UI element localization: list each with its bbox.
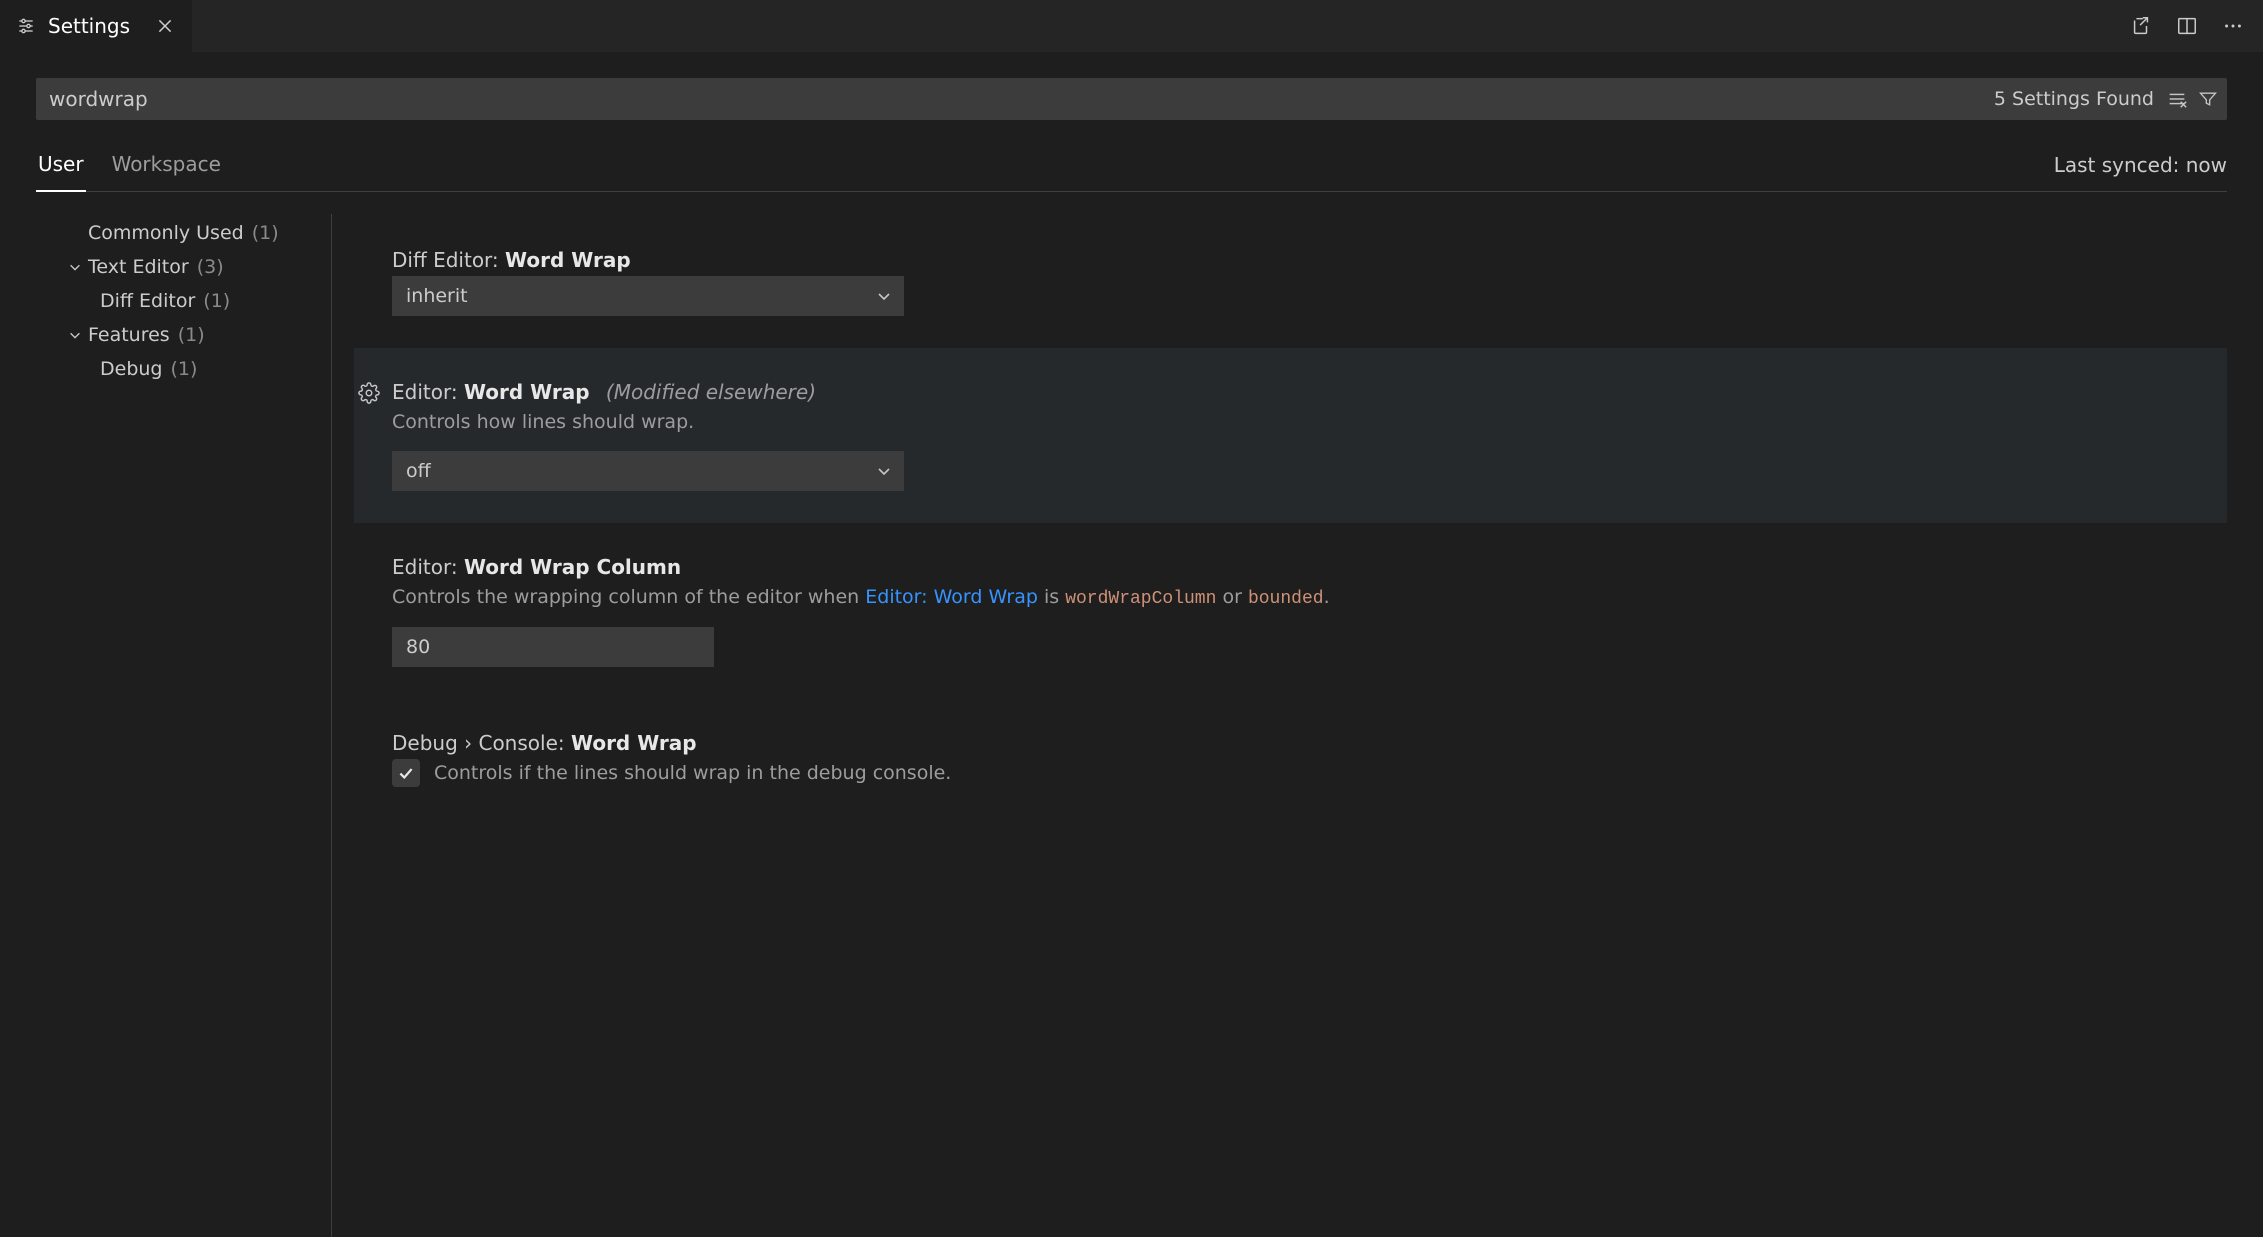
toc-count: (1): [203, 290, 230, 312]
chevron-down-icon: [66, 260, 84, 274]
setting-description: Controls the wrapping column of the edit…: [392, 583, 2207, 613]
dropdown-diffeditor-wordwrap[interactable]: inherit: [392, 276, 904, 316]
toc-debug[interactable]: Debug (1): [36, 352, 331, 386]
toc-diff-editor[interactable]: Diff Editor (1): [36, 284, 331, 318]
link-editor-wordwrap[interactable]: Editor: Word Wrap: [865, 586, 1038, 608]
toc-count: (3): [197, 256, 224, 278]
dropdown-editor-wordwrap[interactable]: off: [392, 451, 904, 491]
checkbox-debug-console-wordwrap[interactable]: [392, 759, 420, 787]
setting-title: Editor: Word Wrap (Modified elsewhere): [392, 380, 2207, 404]
settings-toc: Commonly Used (1) Text Editor (3) Diff E…: [36, 214, 332, 1237]
editor-title-actions: [2129, 0, 2263, 52]
more-actions-icon[interactable]: [2221, 14, 2245, 38]
toc-label: Text Editor: [88, 256, 189, 278]
dropdown-value: inherit: [406, 285, 468, 307]
chevron-down-icon: [66, 328, 84, 342]
settings-tab-icon: [16, 16, 36, 36]
input-editor-wordwrapcolumn[interactable]: [392, 627, 714, 667]
setting-title: Debug › Console: Word Wrap: [392, 731, 2207, 755]
dropdown-value: off: [406, 460, 431, 482]
chevron-down-icon: [876, 463, 892, 479]
open-settings-json-icon[interactable]: [2129, 14, 2153, 38]
toc-label: Commonly Used: [88, 222, 244, 244]
chevron-down-icon: [876, 288, 892, 304]
scope-tab-workspace[interactable]: Workspace: [110, 144, 223, 192]
settings-list: Diff Editor: Word Wrap inherit: [332, 214, 2227, 1237]
filter-icon[interactable]: [2198, 89, 2218, 109]
toc-label: Debug: [100, 358, 162, 380]
settings-found-count: 5 Settings Found: [1994, 88, 2160, 110]
toc-label: Diff Editor: [100, 290, 195, 312]
settings-search: 5 Settings Found: [36, 78, 2227, 120]
split-editor-icon[interactable]: [2175, 14, 2199, 38]
settings-scope-row: User Workspace Last synced: now: [36, 144, 2227, 192]
gear-icon[interactable]: [358, 382, 380, 404]
setting-editor-wordwrapcolumn: Editor: Word Wrap Column Controls the wr…: [354, 523, 2227, 699]
setting-description: Controls if the lines should wrap in the…: [434, 759, 951, 788]
toc-commonly-used[interactable]: Commonly Used (1): [36, 216, 331, 250]
tab-settings[interactable]: Settings: [0, 0, 193, 52]
setting-title: Editor: Word Wrap Column: [392, 555, 2207, 579]
modified-badge: (Modified elsewhere): [606, 380, 816, 404]
toc-features[interactable]: Features (1): [36, 318, 331, 352]
setting-description: Controls how lines should wrap.: [392, 408, 2207, 437]
toc-count: (1): [178, 324, 205, 346]
sync-status[interactable]: Last synced: now: [2054, 153, 2227, 191]
setting-title: Diff Editor: Word Wrap: [392, 248, 2207, 272]
setting-editor-wordwrap: Editor: Word Wrap (Modified elsewhere) C…: [354, 348, 2227, 523]
toc-count: (1): [170, 358, 197, 380]
clear-search-icon[interactable]: [2166, 88, 2188, 110]
toc-text-editor[interactable]: Text Editor (3): [36, 250, 331, 284]
editor-tabstrip: Settings: [0, 0, 2263, 52]
settings-search-input[interactable]: [49, 87, 1994, 111]
toc-count: (1): [252, 222, 279, 244]
setting-diffeditor-wordwrap: Diff Editor: Word Wrap inherit: [354, 216, 2227, 348]
close-icon[interactable]: [156, 17, 174, 35]
settings-editor: 5 Settings Found User Workspace Last syn…: [0, 52, 2263, 1237]
scope-tab-user[interactable]: User: [36, 144, 86, 192]
toc-label: Features: [88, 324, 170, 346]
tab-title: Settings: [48, 14, 130, 38]
setting-debug-console-wordwrap: Debug › Console: Word Wrap Controls if t…: [354, 699, 2227, 796]
